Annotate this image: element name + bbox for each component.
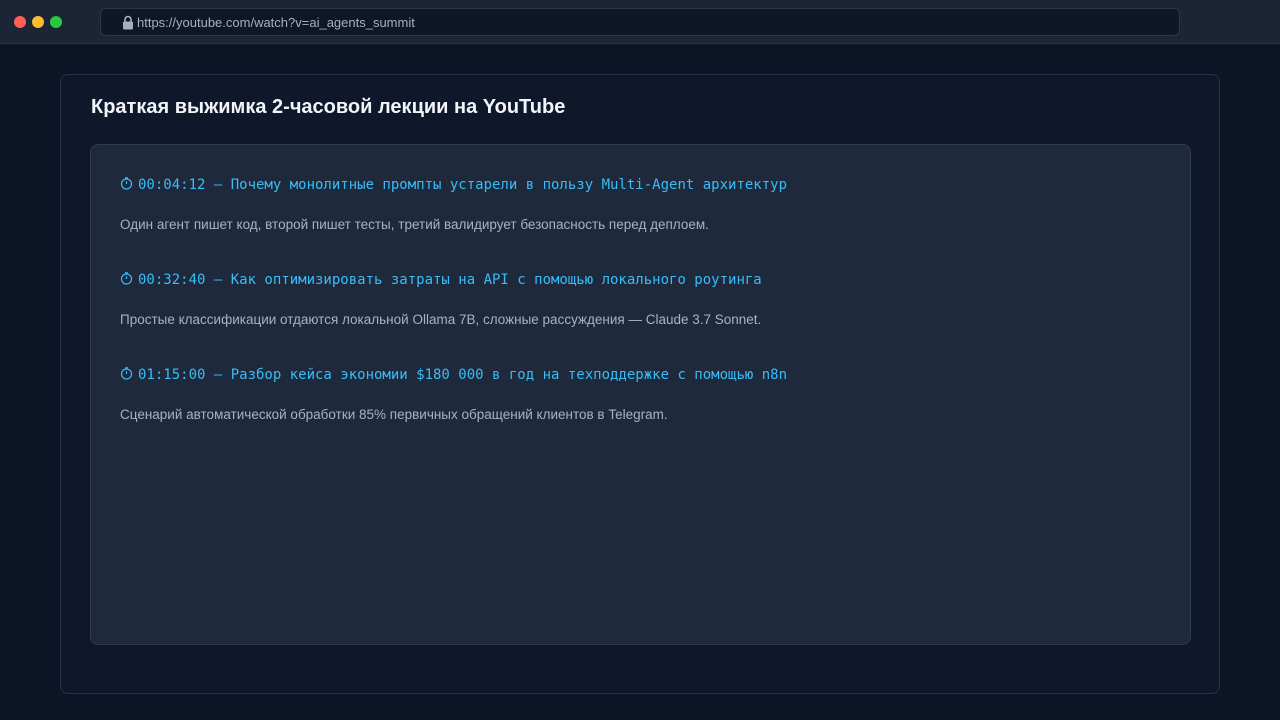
url-text[interactable]: https://youtube.com/watch?v=ai_agents_su… bbox=[137, 9, 415, 36]
page-title: Краткая выжимка 2-часовой лекции на YouT… bbox=[91, 96, 566, 118]
chapter-heading-text: 00:32:40 — Как оптимизировать затраты на… bbox=[138, 272, 762, 288]
window-minimize-button[interactable] bbox=[32, 16, 44, 28]
chapter-heading[interactable]: 00:32:40 — Как оптимизировать затраты на… bbox=[120, 270, 762, 290]
browser-toolbar: https://youtube.com/watch?v=ai_agents_su… bbox=[0, 0, 1280, 44]
chapter-heading-text: 01:15:00 — Разбор кейса экономии $180 00… bbox=[138, 367, 788, 383]
clock-icon bbox=[120, 367, 133, 380]
chapter-heading[interactable]: 01:15:00 — Разбор кейса экономии $180 00… bbox=[120, 365, 787, 385]
chapter-heading[interactable]: 00:04:12 — Почему монолитные промпты уст… bbox=[120, 175, 787, 195]
window-maximize-button[interactable] bbox=[50, 16, 62, 28]
chapter-description: Простые классификации отдаются локальной… bbox=[120, 312, 762, 327]
window-close-button[interactable] bbox=[14, 16, 26, 28]
chapter-description: Сценарий автоматической обработки 85% пе… bbox=[120, 407, 668, 422]
chapters-card: 00:04:12 — Почему монолитные промпты уст… bbox=[90, 144, 1191, 645]
chapter-description: Один агент пишет код, второй пишет тесты… bbox=[120, 217, 709, 232]
chapter-heading-text: 00:04:12 — Почему монолитные промпты уст… bbox=[138, 177, 788, 193]
address-bar[interactable]: https://youtube.com/watch?v=ai_agents_su… bbox=[100, 8, 1180, 36]
summary-panel: Краткая выжимка 2-часовой лекции на YouT… bbox=[60, 74, 1220, 694]
lock-icon bbox=[123, 15, 133, 30]
clock-icon bbox=[120, 272, 133, 285]
clock-icon bbox=[120, 177, 133, 190]
